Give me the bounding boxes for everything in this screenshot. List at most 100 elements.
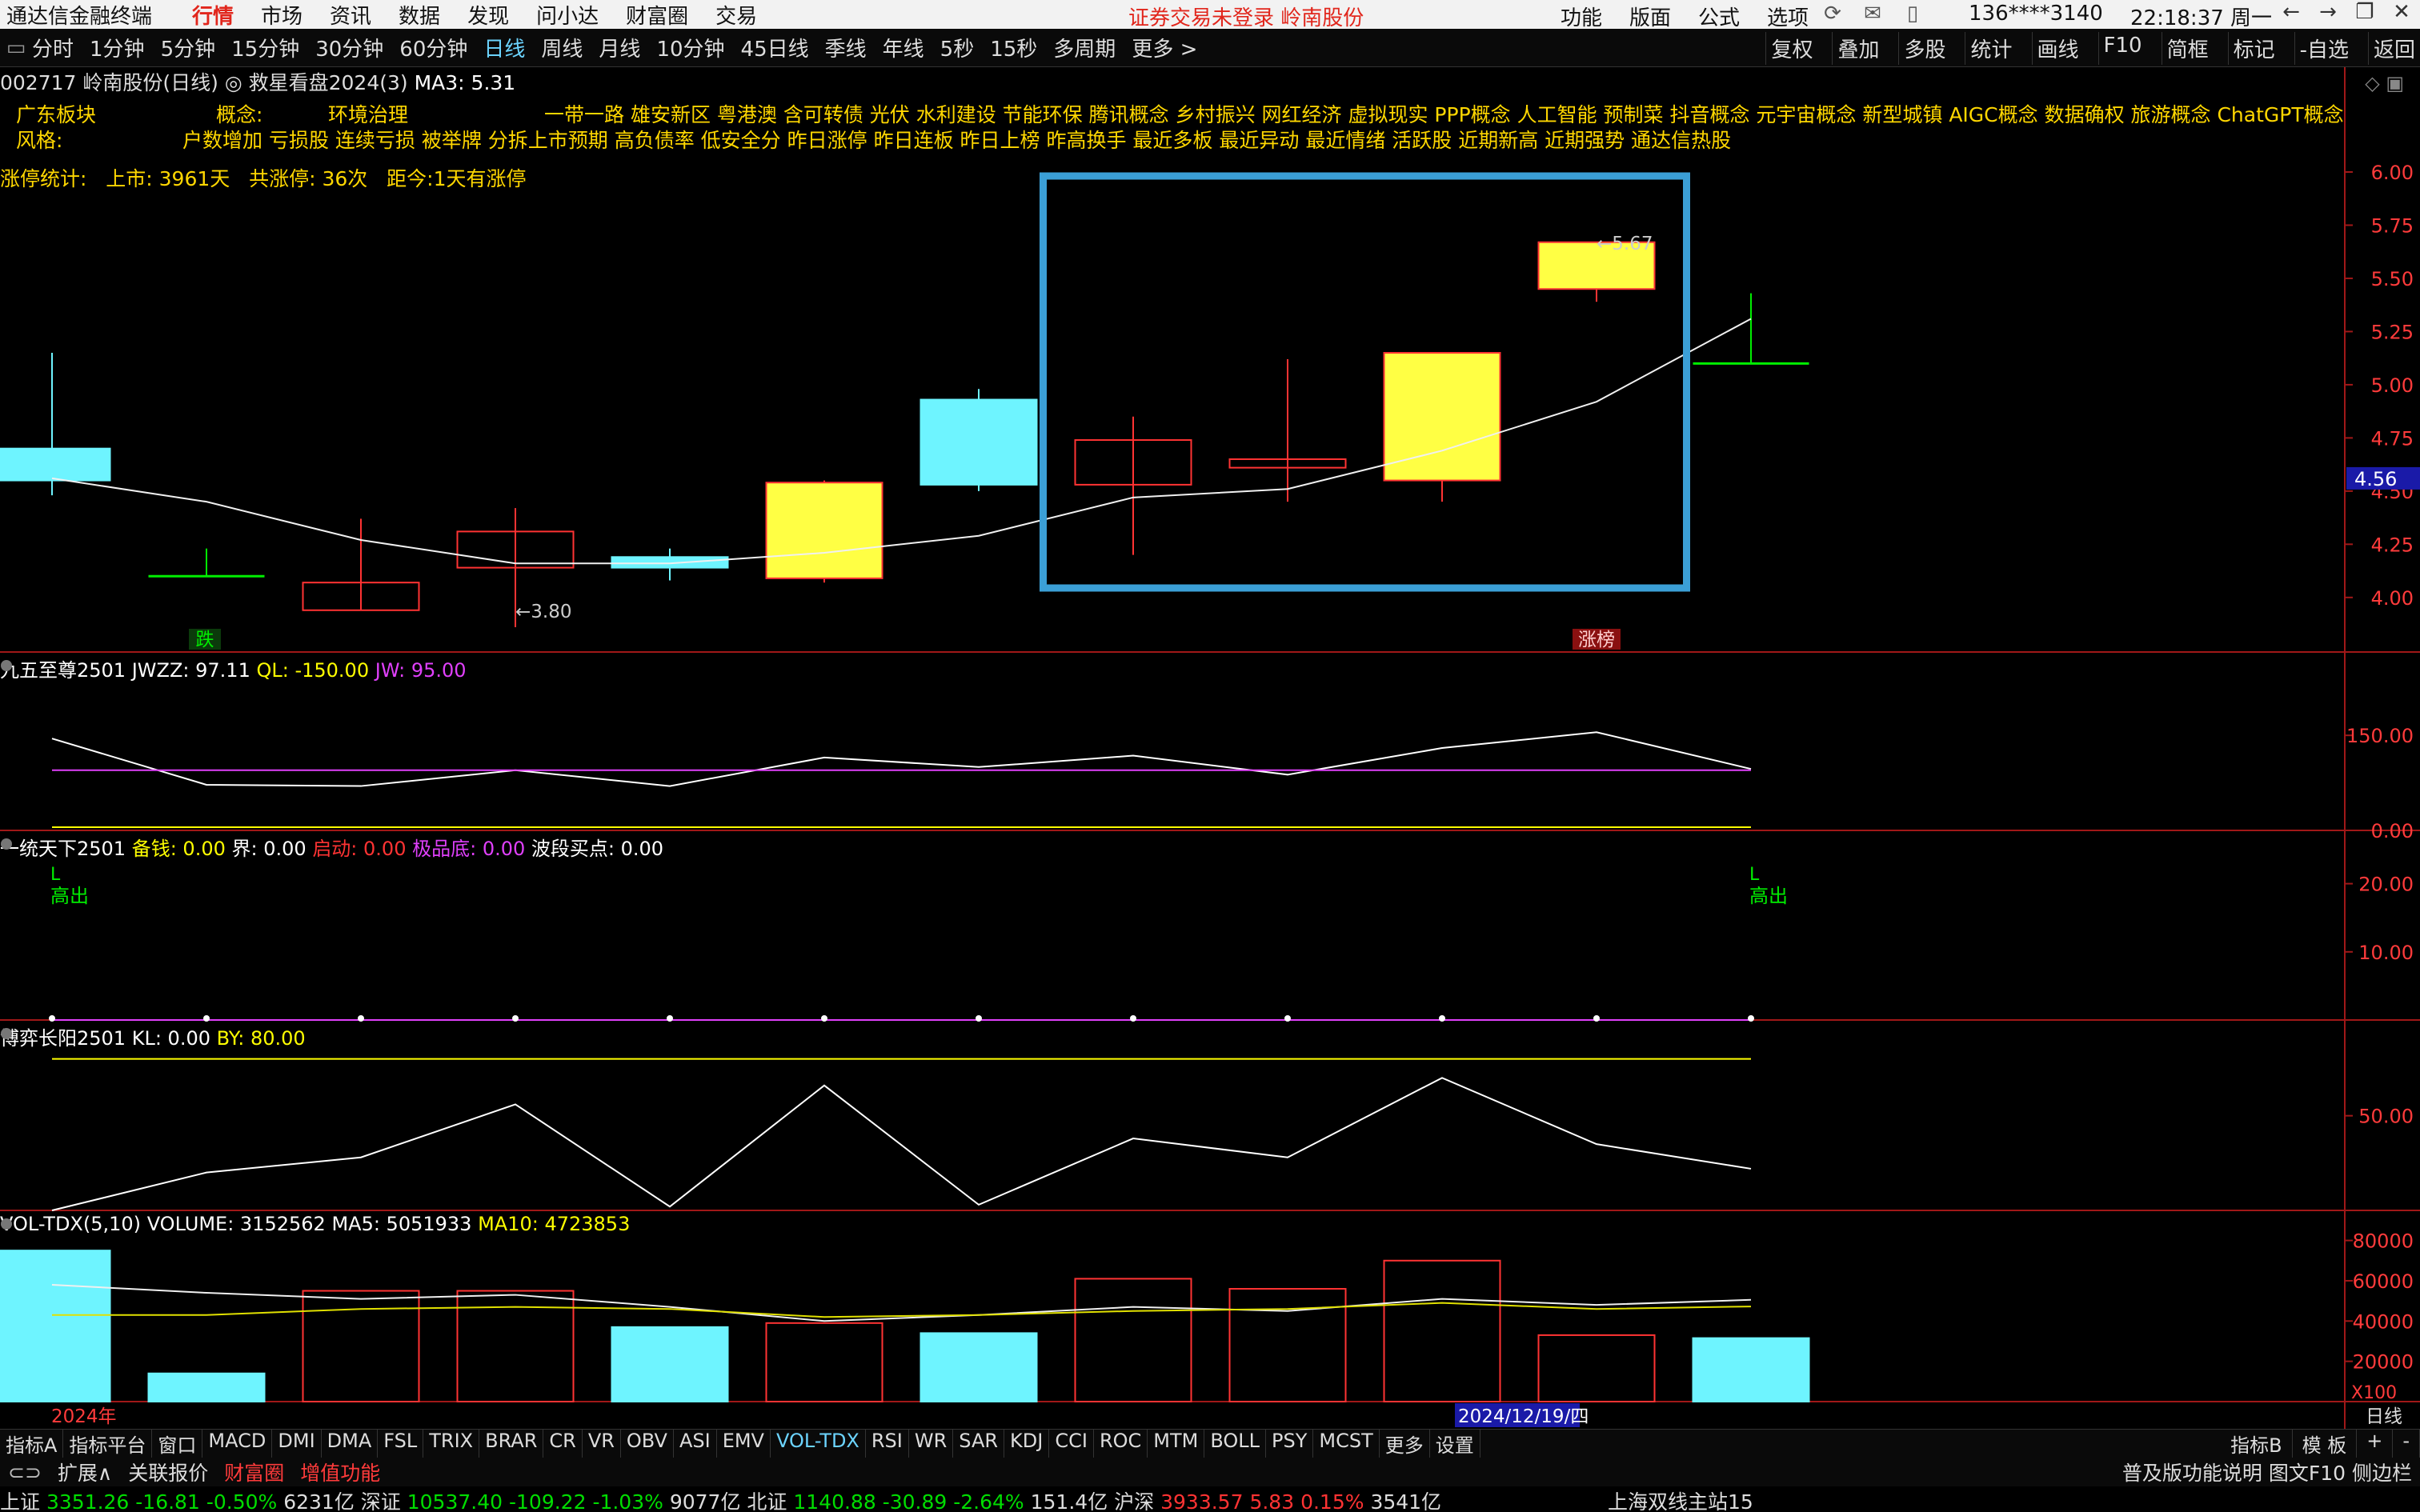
ticker-name-3[interactable]: 沪深 — [1114, 1490, 1160, 1512]
indicator-tab-wr-16[interactable]: WR — [909, 1430, 954, 1458]
ytx-dot-2 — [358, 1015, 364, 1022]
pane-toggle-icon-3 — [1, 1218, 12, 1230]
indicator-tab-brar-8[interactable]: BRAR — [479, 1430, 544, 1458]
indicator-tab-a-0[interactable]: 指标A — [0, 1430, 64, 1458]
toggle-icon[interactable]: ⊂⊃ — [0, 1461, 50, 1484]
ytx-signal-0: 高出 — [50, 885, 89, 907]
ytx-signal-mark-0: L — [50, 865, 61, 885]
indicator-tab-boll-22[interactable]: BOLL — [1204, 1430, 1267, 1458]
high-price-annotation: ←5.67 — [1597, 234, 1653, 254]
volume-bar-0 — [0, 1250, 111, 1403]
func-right-text[interactable]: 普及版功能说明 图文F10 侧边栏 — [2114, 1458, 2420, 1486]
ticker-name-2[interactable]: 北证 — [747, 1490, 793, 1512]
ticker-amt-3: 3541亿 — [1370, 1490, 1448, 1512]
price-tick-0: 4.00 — [2371, 587, 2414, 610]
func-item-0[interactable]: 扩展∧ — [50, 1458, 120, 1486]
indicator-tab-dma-5[interactable]: DMA — [322, 1430, 379, 1458]
index-ticker: 上证 3351.26 -16.81 -0.50% 6231亿 深证 10537.… — [0, 1486, 2420, 1512]
indicator-tab-sar-17[interactable]: SAR — [953, 1430, 1005, 1458]
jwzz-series-0 — [51, 731, 1752, 787]
ticker-chg-3: 5.83 — [1249, 1490, 1301, 1512]
ytx-dot-8 — [1284, 1015, 1291, 1022]
indicator-tab-mcst-24[interactable]: MCST — [1313, 1430, 1380, 1458]
ticker-chg-0: -16.81 — [135, 1490, 206, 1512]
price-tick-8: 6.00 — [2371, 162, 2414, 184]
volume-bar-8 — [1228, 1288, 1347, 1402]
indicator-tab-fsl-6[interactable]: FSL — [378, 1430, 424, 1458]
vol-tick-1: 40000 — [2353, 1310, 2414, 1333]
ticker-pct-2: -2.64% — [953, 1490, 1031, 1512]
x-axis-period: 日线 — [2366, 1406, 2402, 1427]
ticker-name-0[interactable]: 上证 — [0, 1490, 46, 1512]
jwzz-tick-0: 0.00 — [2371, 820, 2414, 842]
indicator-tab-vol-tdx-14[interactable]: VOL-TDX — [771, 1430, 866, 1458]
indicator-tab-mtm-21[interactable]: MTM — [1148, 1430, 1205, 1458]
volume-bar-2 — [302, 1290, 420, 1402]
jwzz-tick-1: 150.00 — [2346, 725, 2414, 747]
price-tick-4: 5.00 — [2371, 374, 2414, 397]
pane-toggle-icon-0 — [1, 660, 12, 671]
indicator-tab-macd-3[interactable]: MACD — [202, 1430, 273, 1458]
indicator-tab-vr-10[interactable]: VR — [583, 1430, 621, 1458]
ytx-signal-1: 高出 — [1749, 885, 1788, 907]
indicator-tab-emv-13[interactable]: EMV — [717, 1430, 771, 1458]
volume-bar-5 — [765, 1322, 883, 1402]
volume-bar-7 — [1074, 1278, 1192, 1403]
ticker-value-0: 3351.26 — [46, 1490, 136, 1512]
price-tick-1: 4.25 — [2371, 534, 2414, 556]
template-tab-1[interactable]: 模 板 — [2293, 1430, 2358, 1458]
indicator-tab-dmi-4[interactable]: DMI — [272, 1430, 322, 1458]
highlight-box — [1040, 172, 1690, 592]
vol-tick-2: 60000 — [2353, 1270, 2414, 1293]
indicator-tab-item-2[interactable]: 窗口 — [152, 1430, 203, 1458]
volume-bar-9 — [1383, 1259, 1501, 1402]
indicator-tab-roc-20[interactable]: ROC — [1094, 1430, 1148, 1458]
indicator-tab-item-26[interactable]: 设置 — [1430, 1430, 1480, 1458]
ticker-value-2: 1140.88 — [793, 1490, 883, 1512]
function-bar: ⊂⊃ 扩展∧ 关联报价 财富圈 增值功能 普及版功能说明 图文F10 侧边栏 — [0, 1458, 2420, 1486]
indicator-tab-rsi-15[interactable]: RSI — [866, 1430, 909, 1458]
indicator-tabs: 指标A 指标平台 窗口 MACD DMI DMA FSL TRIX BRAR CR VR OBV ASI… — [0, 1429, 2420, 1458]
template-tab-3[interactable]: - — [2393, 1430, 2420, 1458]
ticker-value-3: 3933.57 — [1160, 1490, 1250, 1512]
vol-tick-0: 20000 — [2353, 1351, 2414, 1374]
volume-bar-1 — [147, 1372, 266, 1402]
ytx-signal-mark-1: L — [1749, 865, 1760, 885]
indicator-tab-cr-9[interactable]: CR — [543, 1430, 583, 1458]
price-tick-7: 5.75 — [2371, 214, 2414, 237]
ytx-dot-10 — [1593, 1015, 1600, 1022]
ytx-dot-5 — [821, 1015, 827, 1022]
ytx-tick-1: 20.00 — [2358, 874, 2414, 896]
x-axis-start: 2024年 — [51, 1406, 117, 1427]
chart-canvas[interactable]: 4.004.254.504.755.005.255.505.756.004.56… — [0, 0, 2420, 1429]
template-tab-2[interactable]: + — [2357, 1430, 2394, 1458]
func-item-1[interactable]: 关联报价 — [120, 1458, 216, 1486]
func-item-2[interactable]: 财富圈 — [216, 1458, 292, 1486]
func-item-3[interactable]: 增值功能 — [292, 1458, 388, 1486]
indicator-tab-asi-12[interactable]: ASI — [674, 1430, 717, 1458]
ytx-dot-0 — [49, 1015, 55, 1022]
indicator-tab-psy-23[interactable]: PSY — [1266, 1430, 1314, 1458]
indicator-tab-cci-19[interactable]: CCI — [1049, 1430, 1094, 1458]
indicator-tab-item-1[interactable]: 指标平台 — [63, 1430, 153, 1458]
template-tab-0[interactable]: 指标B — [2221, 1430, 2293, 1458]
indicator-tab-kdj-18[interactable]: KDJ — [1004, 1430, 1050, 1458]
ticker-pct-3: 0.15% — [1300, 1490, 1371, 1512]
volume-bar-4 — [611, 1326, 729, 1402]
indicator-tab-obv-11[interactable]: OBV — [621, 1430, 674, 1458]
vol-ma10-line — [52, 1302, 1752, 1318]
price-tick-5: 5.25 — [2371, 321, 2414, 343]
ticker-name-1[interactable]: 深证 — [361, 1490, 407, 1512]
candle-body-5 — [765, 482, 883, 579]
indicator-tab-trix-7[interactable]: TRIX — [423, 1430, 480, 1458]
pane-toggle-icon-2 — [1, 1028, 12, 1039]
price-tick-3: 4.75 — [2371, 427, 2414, 450]
server-name[interactable]: 上海双线主站15 — [1608, 1490, 1753, 1512]
ticker-amt-0: 6231亿 — [283, 1490, 361, 1512]
indicator-tab-item-25[interactable]: 更多 — [1380, 1430, 1430, 1458]
price-tick-6: 5.50 — [2371, 268, 2414, 290]
current-price-label: 4.56 — [2354, 468, 2397, 490]
volume-bar-10 — [1537, 1334, 1656, 1402]
ytx-dot-9 — [1439, 1015, 1445, 1022]
candle-body-0 — [0, 447, 111, 482]
